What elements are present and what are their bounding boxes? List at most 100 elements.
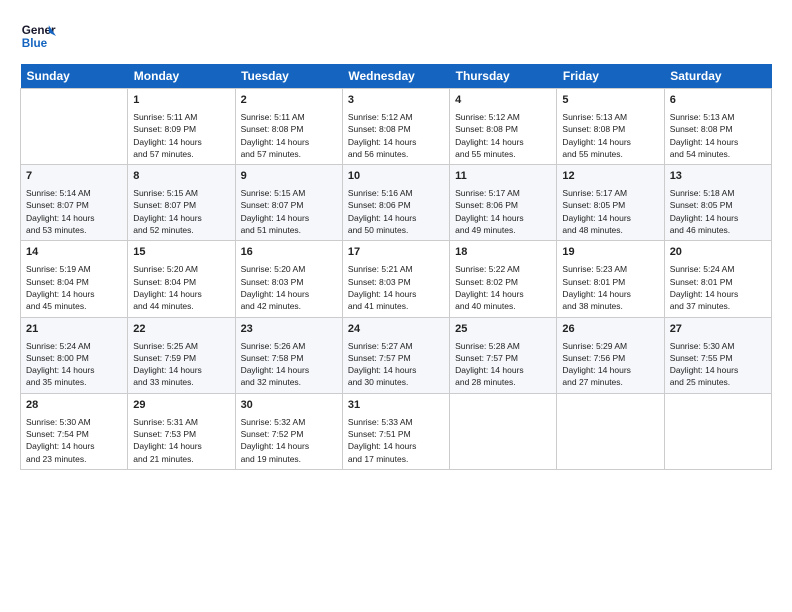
day-header: Friday xyxy=(557,64,664,89)
day-header: Sunday xyxy=(21,64,128,89)
week-row: 21Sunrise: 5:24 AM Sunset: 8:00 PM Dayli… xyxy=(21,317,772,393)
week-row: 14 Sunrise: 5:19 AM Sunset: 8:04 PM Dayli… xyxy=(21,241,772,317)
logo-icon: General Blue xyxy=(20,18,56,54)
day-number: 18 xyxy=(455,245,551,261)
day-info: Sunrise: 5:13 AM Sunset: 8:08 PM Dayligh… xyxy=(562,111,658,160)
day-number: 23 xyxy=(241,322,337,338)
calendar-cell: 20Sunrise: 5:24 AM Sunset: 8:01 PM Dayli… xyxy=(664,241,771,317)
calendar-cell: 27 Sunrise: 5:30 AM Sunset: 7:55 PM Dayli… xyxy=(664,317,771,393)
week-row: 28 Sunrise: 5:30 AM Sunset: 7:54 PM Dayli… xyxy=(21,393,772,469)
day-info: Sunrise: 5:17 AM Sunset: 8:05 PM Dayligh… xyxy=(562,187,658,236)
day-number: 22 xyxy=(133,322,229,338)
day-info: Sunrise: 5:30 AM Sunset: 7:54 PM Dayligh… xyxy=(26,416,122,465)
day-number: 19 xyxy=(562,245,658,261)
calendar-cell: 9Sunrise: 5:15 AM Sunset: 8:07 PM Daylig… xyxy=(235,165,342,241)
day-number: 11 xyxy=(455,169,551,185)
day-info: Sunrise: 5:21 AM Sunset: 8:03 PM Dayligh… xyxy=(348,263,444,312)
calendar-cell: 15Sunrise: 5:20 AM Sunset: 8:04 PM Dayli… xyxy=(128,241,235,317)
day-header: Wednesday xyxy=(342,64,449,89)
day-number: 16 xyxy=(241,245,337,261)
calendar-cell: 7 Sunrise: 5:14 AM Sunset: 8:07 PM Daylig… xyxy=(21,165,128,241)
day-info: Sunrise: 5:14 AM Sunset: 8:07 PM Dayligh… xyxy=(26,187,122,236)
day-info: Sunrise: 5:33 AM Sunset: 7:51 PM Dayligh… xyxy=(348,416,444,465)
calendar-cell: 29 Sunrise: 5:31 AM Sunset: 7:53 PM Dayli… xyxy=(128,393,235,469)
day-number: 14 xyxy=(26,245,122,261)
calendar-cell: 24 Sunrise: 5:27 AM Sunset: 7:57 PM Dayli… xyxy=(342,317,449,393)
day-info: Sunrise: 5:22 AM Sunset: 8:02 PM Dayligh… xyxy=(455,263,551,312)
calendar-cell xyxy=(21,89,128,165)
day-info: Sunrise: 5:15 AM Sunset: 8:07 PM Dayligh… xyxy=(133,187,229,236)
day-number: 25 xyxy=(455,322,551,338)
calendar-cell: 16 Sunrise: 5:20 AM Sunset: 8:03 PM Dayli… xyxy=(235,241,342,317)
day-header: Saturday xyxy=(664,64,771,89)
day-number: 6 xyxy=(670,93,766,109)
day-number: 2 xyxy=(241,93,337,109)
day-info: Sunrise: 5:18 AM Sunset: 8:05 PM Dayligh… xyxy=(670,187,766,236)
day-number: 3 xyxy=(348,93,444,109)
calendar-cell: 23 Sunrise: 5:26 AM Sunset: 7:58 PM Dayli… xyxy=(235,317,342,393)
day-info: Sunrise: 5:11 AM Sunset: 8:08 PM Dayligh… xyxy=(241,111,337,160)
calendar-cell xyxy=(557,393,664,469)
day-header: Tuesday xyxy=(235,64,342,89)
day-info: Sunrise: 5:32 AM Sunset: 7:52 PM Dayligh… xyxy=(241,416,337,465)
day-header: Thursday xyxy=(450,64,557,89)
calendar-cell: 3 Sunrise: 5:12 AM Sunset: 8:08 PM Daylig… xyxy=(342,89,449,165)
day-info: Sunrise: 5:31 AM Sunset: 7:53 PM Dayligh… xyxy=(133,416,229,465)
day-info: Sunrise: 5:28 AM Sunset: 7:57 PM Dayligh… xyxy=(455,340,551,389)
calendar-cell: 14 Sunrise: 5:19 AM Sunset: 8:04 PM Dayli… xyxy=(21,241,128,317)
day-info: Sunrise: 5:26 AM Sunset: 7:58 PM Dayligh… xyxy=(241,340,337,389)
day-number: 26 xyxy=(562,322,658,338)
day-info: Sunrise: 5:12 AM Sunset: 8:08 PM Dayligh… xyxy=(348,111,444,160)
week-row: 7 Sunrise: 5:14 AM Sunset: 8:07 PM Daylig… xyxy=(21,165,772,241)
day-number: 27 xyxy=(670,322,766,338)
day-number: 8 xyxy=(133,169,229,185)
calendar-cell: 13 Sunrise: 5:18 AM Sunset: 8:05 PM Dayli… xyxy=(664,165,771,241)
calendar-cell: 6 Sunrise: 5:13 AM Sunset: 8:08 PM Daylig… xyxy=(664,89,771,165)
day-info: Sunrise: 5:13 AM Sunset: 8:08 PM Dayligh… xyxy=(670,111,766,160)
day-number: 4 xyxy=(455,93,551,109)
day-info: Sunrise: 5:19 AM Sunset: 8:04 PM Dayligh… xyxy=(26,263,122,312)
calendar-cell: 18 Sunrise: 5:22 AM Sunset: 8:02 PM Dayli… xyxy=(450,241,557,317)
day-number: 13 xyxy=(670,169,766,185)
calendar-cell: 22 Sunrise: 5:25 AM Sunset: 7:59 PM Dayli… xyxy=(128,317,235,393)
day-number: 28 xyxy=(26,398,122,414)
day-number: 21 xyxy=(26,322,122,338)
day-number: 30 xyxy=(241,398,337,414)
day-info: Sunrise: 5:17 AM Sunset: 8:06 PM Dayligh… xyxy=(455,187,551,236)
svg-text:Blue: Blue xyxy=(22,37,48,50)
day-number: 31 xyxy=(348,398,444,414)
day-number: 10 xyxy=(348,169,444,185)
calendar-cell: 10 Sunrise: 5:16 AM Sunset: 8:06 PM Dayli… xyxy=(342,165,449,241)
calendar-cell: 21Sunrise: 5:24 AM Sunset: 8:00 PM Dayli… xyxy=(21,317,128,393)
week-row: 1Sunrise: 5:11 AM Sunset: 8:09 PM Daylig… xyxy=(21,89,772,165)
day-number: 5 xyxy=(562,93,658,109)
day-number: 12 xyxy=(562,169,658,185)
calendar-cell: 25 Sunrise: 5:28 AM Sunset: 7:57 PM Dayli… xyxy=(450,317,557,393)
day-info: Sunrise: 5:27 AM Sunset: 7:57 PM Dayligh… xyxy=(348,340,444,389)
day-number: 29 xyxy=(133,398,229,414)
day-number: 17 xyxy=(348,245,444,261)
calendar-cell: 4 Sunrise: 5:12 AM Sunset: 8:08 PM Daylig… xyxy=(450,89,557,165)
day-info: Sunrise: 5:29 AM Sunset: 7:56 PM Dayligh… xyxy=(562,340,658,389)
calendar-cell: 30 Sunrise: 5:32 AM Sunset: 7:52 PM Dayli… xyxy=(235,393,342,469)
page: General Blue SundayMondayTuesdayWednesda… xyxy=(0,0,792,612)
calendar-cell: 1Sunrise: 5:11 AM Sunset: 8:09 PM Daylig… xyxy=(128,89,235,165)
logo: General Blue xyxy=(20,18,56,54)
calendar-cell: 5 Sunrise: 5:13 AM Sunset: 8:08 PM Daylig… xyxy=(557,89,664,165)
calendar-cell xyxy=(450,393,557,469)
day-number: 15 xyxy=(133,245,229,261)
calendar-cell: 2 Sunrise: 5:11 AM Sunset: 8:08 PM Daylig… xyxy=(235,89,342,165)
day-info: Sunrise: 5:30 AM Sunset: 7:55 PM Dayligh… xyxy=(670,340,766,389)
day-number: 9 xyxy=(241,169,337,185)
day-info: Sunrise: 5:12 AM Sunset: 8:08 PM Dayligh… xyxy=(455,111,551,160)
day-info: Sunrise: 5:25 AM Sunset: 7:59 PM Dayligh… xyxy=(133,340,229,389)
day-info: Sunrise: 5:23 AM Sunset: 8:01 PM Dayligh… xyxy=(562,263,658,312)
day-info: Sunrise: 5:20 AM Sunset: 8:03 PM Dayligh… xyxy=(241,263,337,312)
calendar-cell xyxy=(664,393,771,469)
day-info: Sunrise: 5:16 AM Sunset: 8:06 PM Dayligh… xyxy=(348,187,444,236)
day-info: Sunrise: 5:24 AM Sunset: 8:01 PM Dayligh… xyxy=(670,263,766,312)
header-row: SundayMondayTuesdayWednesdayThursdayFrid… xyxy=(21,64,772,89)
day-info: Sunrise: 5:11 AM Sunset: 8:09 PM Dayligh… xyxy=(133,111,229,160)
day-number: 24 xyxy=(348,322,444,338)
day-number: 7 xyxy=(26,169,122,185)
